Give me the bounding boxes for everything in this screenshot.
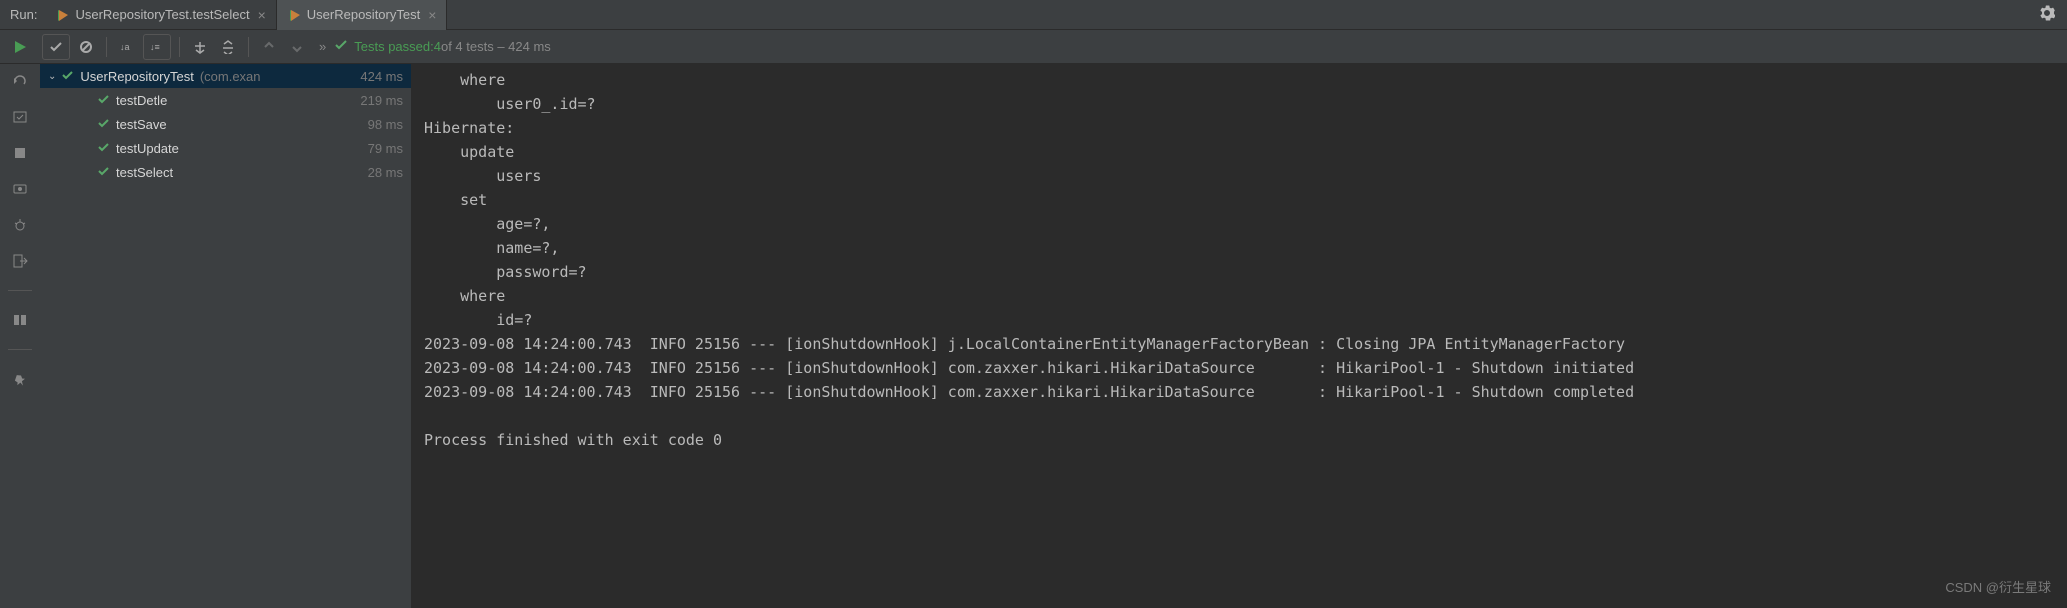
exit-icon[interactable] <box>9 250 31 272</box>
dump-threads-icon[interactable] <box>9 178 31 200</box>
test-tree: ⌄ UserRepositoryTest (com.exan 424 ms te… <box>40 64 412 608</box>
tab-testselect[interactable]: UserRepositoryTest.testSelect × <box>45 0 276 30</box>
side-toolbar <box>0 64 40 608</box>
close-icon[interactable]: × <box>428 7 436 23</box>
gear-icon[interactable] <box>2039 5 2055 24</box>
test-name: testSelect <box>116 165 173 180</box>
tab-label: UserRepositoryTest <box>307 7 420 22</box>
separator <box>248 37 249 57</box>
sort-duration-button[interactable]: ↓≡ <box>143 34 171 60</box>
tree-item-testdetle[interactable]: testDetle 219 ms <box>40 88 411 112</box>
next-test-button[interactable] <box>283 34 311 60</box>
tree-item-testsave[interactable]: testSave 98 ms <box>40 112 411 136</box>
rerun-failed-icon[interactable] <box>9 70 31 92</box>
pin-icon[interactable] <box>9 368 31 390</box>
test-class-pkg: (com.exan <box>200 69 261 84</box>
svg-text:↓a: ↓a <box>120 42 130 52</box>
check-icon <box>98 93 110 108</box>
test-name: testSave <box>116 117 167 132</box>
check-icon <box>98 165 110 180</box>
stop-icon[interactable] <box>9 142 31 164</box>
tab-label: UserRepositoryTest.testSelect <box>75 7 249 22</box>
chevron-down-icon[interactable]: ⌄ <box>48 71 56 82</box>
sort-alpha-button[interactable]: ↓a <box>113 34 141 60</box>
tree-item-testselect[interactable]: testSelect 28 ms <box>40 160 411 184</box>
show-ignored-button[interactable] <box>72 34 100 60</box>
console-output[interactable]: where user0_.id=? Hibernate: update user… <box>412 64 2067 608</box>
main-area: ⌄ UserRepositoryTest (com.exan 424 ms te… <box>0 64 2067 608</box>
separator <box>106 37 107 57</box>
check-icon <box>62 69 74 84</box>
watermark: CSDN @衍生星球 <box>1945 577 2051 596</box>
check-icon <box>98 141 110 156</box>
check-icon <box>98 117 110 132</box>
more-icon[interactable]: » <box>319 39 326 54</box>
toggle-auto-test-icon[interactable] <box>9 106 31 128</box>
layout-icon[interactable] <box>9 309 31 331</box>
close-icon[interactable]: × <box>258 7 266 23</box>
run-button[interactable] <box>13 40 27 54</box>
test-name: testDetle <box>116 93 167 108</box>
separator <box>8 349 32 350</box>
tree-item-testupdate[interactable]: testUpdate 79 ms <box>40 136 411 160</box>
check-icon <box>334 38 348 55</box>
test-status: Tests passed: 4 of 4 tests – 424 ms <box>334 38 551 55</box>
test-duration: 79 ms <box>368 141 403 156</box>
toolbar: ↓a ↓≡ » Tests passed: 4 of 4 tests – 424… <box>0 30 2067 64</box>
bug-icon[interactable] <box>9 214 31 236</box>
run-label: Run: <box>0 7 45 22</box>
test-duration: 219 ms <box>360 93 403 108</box>
test-duration: 424 ms <box>360 69 403 84</box>
test-name: testUpdate <box>116 141 179 156</box>
expand-all-button[interactable] <box>186 34 214 60</box>
status-suffix: of 4 tests – 424 ms <box>441 39 551 54</box>
top-bar: Run: UserRepositoryTest.testSelect × Use… <box>0 0 2067 30</box>
status-count: 4 <box>434 39 441 54</box>
status-prefix: Tests passed: <box>354 39 434 54</box>
separator <box>179 37 180 57</box>
run-config-icon <box>55 8 69 22</box>
prev-test-button[interactable] <box>255 34 283 60</box>
run-config-icon <box>287 8 301 22</box>
tree-root[interactable]: ⌄ UserRepositoryTest (com.exan 424 ms <box>40 64 411 88</box>
separator <box>8 290 32 291</box>
test-duration: 98 ms <box>368 117 403 132</box>
test-duration: 28 ms <box>368 165 403 180</box>
test-class-name: UserRepositoryTest <box>80 69 193 84</box>
svg-text:↓≡: ↓≡ <box>150 42 160 52</box>
show-passed-button[interactable] <box>42 34 70 60</box>
tab-userrepositorytest[interactable]: UserRepositoryTest × <box>277 0 448 30</box>
collapse-all-button[interactable] <box>214 34 242 60</box>
